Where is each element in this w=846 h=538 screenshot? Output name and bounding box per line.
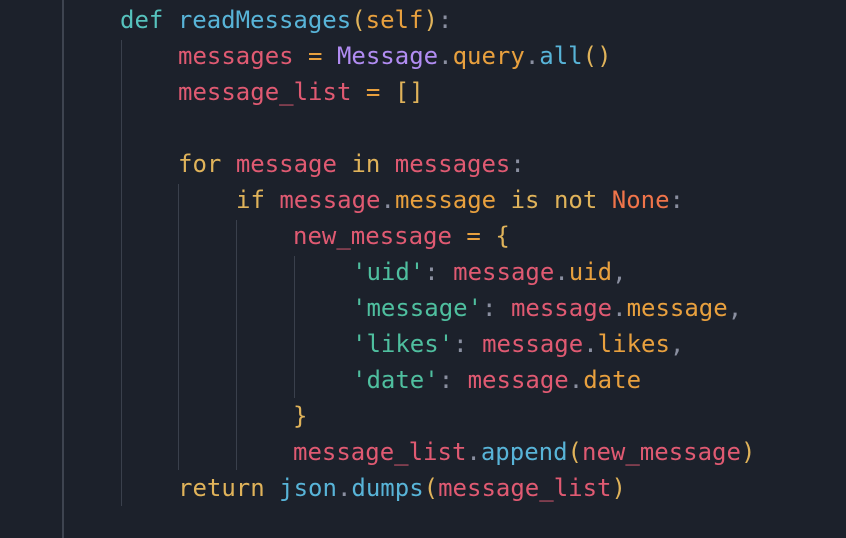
code-line[interactable]: 'message': message.message, [352, 290, 742, 326]
code-token: all [539, 42, 583, 70]
code-token: : [424, 258, 454, 286]
code-token: likes [597, 330, 670, 358]
code-token: . [554, 258, 569, 286]
code-token: ( [567, 438, 582, 466]
code-token: . [612, 294, 627, 322]
code-token: def [120, 6, 164, 34]
code-token: 'date' [352, 366, 439, 394]
code-token: . [380, 186, 395, 214]
code-token: Message [336, 42, 439, 70]
code-token: = [293, 42, 337, 70]
code-token: new_message [293, 222, 452, 250]
code-token: not [553, 186, 598, 214]
code-line[interactable]: messages = Message.query.all() [178, 38, 612, 74]
code-token: ) [611, 474, 626, 502]
code-token: message_list [293, 438, 467, 466]
code-line[interactable]: for message in messages: [178, 146, 525, 182]
code-token: message [626, 294, 728, 322]
code-token: message [482, 330, 584, 358]
indent-guide-outer [62, 0, 64, 538]
code-token: for [178, 150, 222, 178]
code-token: = [451, 222, 496, 250]
code-token: date [583, 366, 642, 394]
code-line[interactable]: 'uid': message.uid, [352, 254, 627, 290]
code-token: . [438, 42, 453, 70]
code-token: return [178, 474, 265, 502]
code-token: ( [423, 474, 439, 502]
code-line[interactable]: def readMessages(self): [120, 2, 452, 38]
code-token: : [437, 6, 453, 34]
code-token: , [612, 258, 627, 286]
code-token: if [236, 186, 265, 214]
code-token: ) [740, 438, 756, 466]
code-token: message [467, 366, 569, 394]
code-token: self [365, 6, 424, 34]
code-token: readMessages [177, 6, 352, 34]
code-token: : [453, 330, 483, 358]
code-token: json [279, 474, 337, 502]
code-token: () [582, 42, 612, 70]
code-token: { [495, 222, 510, 250]
code-token: messages [394, 150, 511, 178]
indent-guide-function-body [121, 40, 122, 506]
code-token: , [727, 294, 743, 322]
code-line[interactable]: 'date': message.date [352, 362, 641, 398]
code-token: : [438, 366, 468, 394]
code-line[interactable]: 'likes': message.likes, [352, 326, 684, 362]
code-token: message [453, 258, 555, 286]
indent-guide-for-body [178, 184, 179, 470]
code-token: message [394, 186, 497, 214]
code-line[interactable]: } [293, 398, 307, 434]
code-token: 'likes' [352, 330, 454, 358]
code-token: message [235, 150, 337, 178]
code-line[interactable]: message_list = [] [178, 74, 424, 110]
code-token: . [583, 330, 598, 358]
code-token: dumps [351, 474, 424, 502]
code-token: 'uid' [352, 258, 425, 286]
code-token: ( [351, 6, 366, 34]
code-token: . [336, 474, 352, 502]
code-token: messages [178, 42, 294, 70]
code-line[interactable]: message_list.append(new_message) [293, 434, 755, 470]
code-token: . [568, 366, 584, 394]
code-token: uid [568, 258, 613, 286]
code-token: , [669, 330, 685, 358]
code-editor[interactable]: def readMessages(self): messages = Messag… [0, 0, 846, 538]
code-token: query [452, 42, 525, 70]
code-line[interactable]: new_message = { [293, 218, 510, 254]
code-token: message_list [438, 474, 612, 502]
code-token: is [510, 186, 540, 214]
code-line[interactable]: if message.message is not None: [236, 182, 684, 218]
code-token: append [480, 438, 568, 466]
code-token: : [669, 186, 684, 214]
code-line[interactable]: return json.dumps(message_list) [178, 470, 626, 506]
code-token: new_message [582, 438, 741, 466]
code-token: : [510, 150, 525, 178]
indent-guide-if-body [236, 220, 237, 470]
code-token: = [351, 78, 395, 106]
code-token: 'message' [352, 294, 483, 322]
code-token: . [524, 42, 540, 70]
code-token: ) [423, 6, 438, 34]
code-token: None [611, 186, 670, 214]
code-token: message [510, 294, 613, 322]
code-token: message [279, 186, 381, 214]
code-token: . [466, 438, 481, 466]
code-token: : [482, 294, 511, 322]
code-token: [] [394, 78, 424, 106]
code-token: in [351, 150, 381, 178]
code-token: message_list [178, 78, 352, 106]
code-token: } [293, 402, 308, 430]
indent-guide-dict-body [294, 256, 295, 398]
